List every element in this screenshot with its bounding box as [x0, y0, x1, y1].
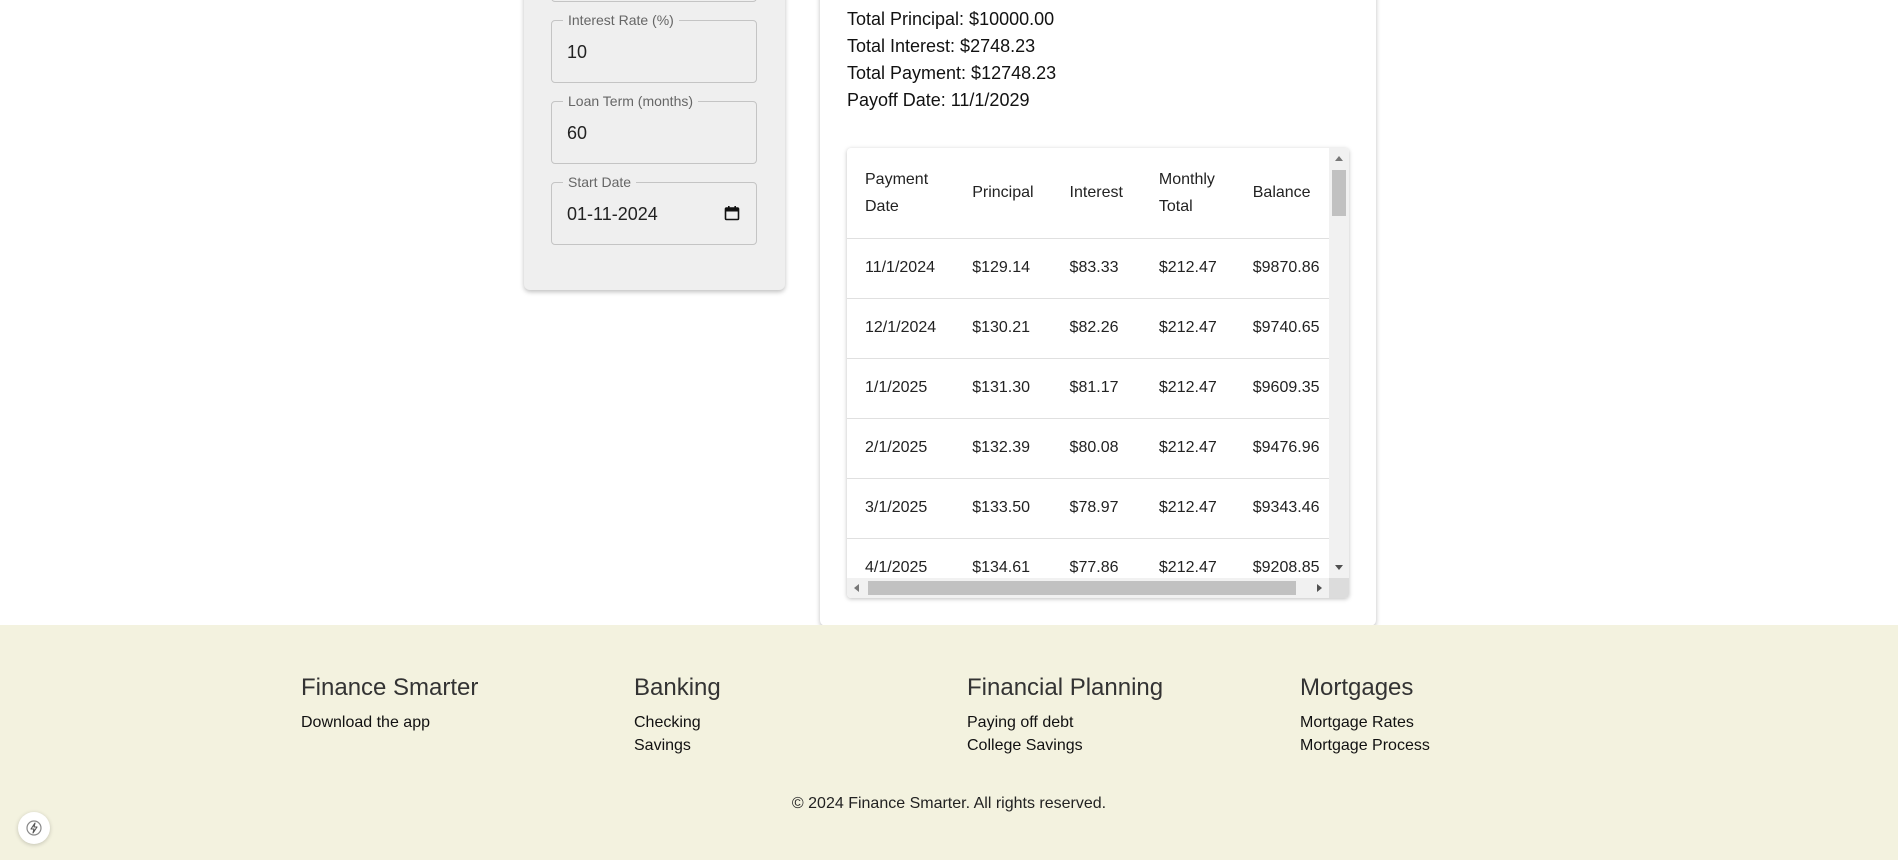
footer-heading: Finance Smarter	[301, 674, 479, 701]
bolt-icon	[26, 820, 42, 836]
table-row: 3/1/2025 $133.50 $78.97 $212.47 $9343.46	[847, 478, 1329, 539]
total-payment: Total Payment: $12748.23	[847, 63, 1057, 83]
cell-payment-date: 1/1/2025	[847, 358, 955, 419]
scroll-right-arrow-icon[interactable]	[1317, 584, 1322, 592]
principal-field-partial[interactable]	[551, 0, 757, 2]
vertical-scrollbar[interactable]	[1329, 148, 1349, 578]
cell-principal: $130.21	[954, 298, 1052, 359]
footer-link-paying-off-debt[interactable]: Paying off debt	[967, 711, 1163, 734]
scroll-down-arrow-icon[interactable]	[1335, 565, 1343, 570]
scroll-left-arrow-icon[interactable]	[854, 584, 859, 592]
cell-monthly-total: $212.47	[1140, 238, 1235, 299]
header-principal: Principal	[954, 148, 1052, 239]
total-principal: Total Principal: $10000.00	[847, 9, 1055, 29]
table-row: 1/1/2025 $131.30 $81.17 $212.47 $9609.35	[847, 358, 1329, 419]
start-date-label: Start Date	[563, 174, 637, 190]
cell-payment-date: 3/1/2025	[847, 478, 955, 539]
horizontal-scroll-thumb[interactable]	[868, 581, 1296, 595]
cell-balance: $9870.86	[1234, 238, 1329, 299]
cell-balance: $9740.65	[1234, 298, 1329, 359]
header-payment-date: Payment Date	[847, 148, 955, 239]
cell-balance: $9343.46	[1234, 478, 1329, 539]
loan-term-value[interactable]: 60	[567, 122, 587, 144]
interest-rate-label: Interest Rate (%)	[563, 12, 679, 28]
footer-column-banking: Banking Checking Savings	[634, 673, 721, 757]
cell-interest: $78.97	[1051, 478, 1141, 539]
footer-link-savings[interactable]: Savings	[634, 734, 721, 757]
footer-link-checking[interactable]: Checking	[634, 711, 721, 734]
total-interest: Total Interest: $2748.23	[847, 36, 1036, 56]
cell-principal: $132.39	[954, 418, 1052, 479]
header-interest: Interest	[1051, 148, 1141, 239]
cell-interest: $81.17	[1051, 358, 1141, 419]
footer-heading: Financial Planning	[967, 674, 1164, 701]
amortization-table-container[interactable]: Payment Date Principal Interest Monthly …	[847, 148, 1349, 598]
cell-monthly-total: $212.47	[1140, 298, 1235, 359]
cell-interest: $82.26	[1051, 298, 1141, 359]
cell-payment-date: 2/1/2025	[847, 418, 955, 479]
amortization-table: Payment Date Principal Interest Monthly …	[847, 148, 1329, 578]
loan-term-field[interactable]: Loan Term (months) 60	[551, 93, 757, 164]
cell-interest: $80.08	[1051, 418, 1141, 479]
footer-column-mortgages: Mortgages Mortgage Rates Mortgage Proces…	[1300, 673, 1430, 757]
cell-principal: $129.14	[954, 238, 1052, 299]
header-monthly-total: Monthly Total	[1140, 148, 1235, 239]
cell-balance: $9208.85	[1234, 538, 1329, 578]
cell-interest: $77.86	[1051, 538, 1141, 578]
cell-payment-date: 12/1/2024	[847, 298, 955, 359]
footer-link-mortgage-rates[interactable]: Mortgage Rates	[1300, 711, 1430, 734]
cell-monthly-total: $212.47	[1140, 538, 1235, 578]
cell-interest: $83.33	[1051, 238, 1141, 299]
table-row: 12/1/2024 $130.21 $82.26 $212.47 $9740.6…	[847, 298, 1329, 359]
cell-monthly-total: $212.47	[1140, 418, 1235, 479]
results-card: Total Principal: $10000.00 Total Interes…	[820, 0, 1376, 626]
footer-link-college-savings[interactable]: College Savings	[967, 734, 1163, 757]
start-date-field[interactable]: Start Date 01-11-2024	[551, 174, 757, 245]
dev-tools-button[interactable]	[18, 812, 50, 844]
table-row: 2/1/2025 $132.39 $80.08 $212.47 $9476.96	[847, 418, 1329, 479]
calendar-icon[interactable]	[724, 205, 740, 221]
loan-input-panel: Interest Rate (%) 10 Loan Term (months) …	[524, 0, 785, 290]
footer-link-mortgage-process[interactable]: Mortgage Process	[1300, 734, 1430, 757]
cell-balance: $9476.96	[1234, 418, 1329, 479]
table-header-row: Payment Date Principal Interest Monthly …	[847, 148, 1329, 239]
cell-payment-date: 4/1/2025	[847, 538, 955, 578]
site-footer: Finance Smarter Download the app Banking…	[0, 625, 1898, 860]
horizontal-scrollbar[interactable]	[847, 578, 1329, 598]
table-row: 11/1/2024 $129.14 $83.33 $212.47 $9870.8…	[847, 238, 1329, 299]
scroll-corner	[1329, 578, 1349, 598]
footer-heading: Mortgages	[1300, 674, 1414, 701]
header-balance: Balance	[1234, 148, 1329, 239]
copyright-text: © 2024 Finance Smarter. All rights reser…	[791, 795, 1107, 812]
cell-payment-date: 11/1/2024	[847, 238, 955, 299]
payoff-date: Payoff Date: 11/1/2029	[847, 90, 1030, 110]
footer-column-financial-planning: Financial Planning Paying off debt Colle…	[967, 673, 1163, 757]
cell-principal: $131.30	[954, 358, 1052, 419]
start-date-value[interactable]: 01-11-2024	[567, 203, 658, 225]
scroll-up-arrow-icon[interactable]	[1335, 156, 1343, 161]
footer-heading: Banking	[634, 674, 721, 701]
cell-balance: $9609.35	[1234, 358, 1329, 419]
cell-monthly-total: $212.47	[1140, 478, 1235, 539]
cell-principal: $133.50	[954, 478, 1052, 539]
loan-term-label: Loan Term (months)	[563, 93, 699, 109]
footer-link-download-app[interactable]: Download the app	[301, 711, 478, 734]
footer-column-finance-smarter: Finance Smarter Download the app	[301, 673, 478, 734]
interest-rate-value[interactable]: 10	[567, 41, 587, 63]
table-row: 4/1/2025 $134.61 $77.86 $212.47 $9208.85	[847, 538, 1329, 578]
cell-principal: $134.61	[954, 538, 1052, 578]
interest-rate-field[interactable]: Interest Rate (%) 10	[551, 12, 757, 83]
loan-summary: Total Principal: $10000.00 Total Interes…	[847, 6, 1056, 114]
cell-monthly-total: $212.47	[1140, 358, 1235, 419]
vertical-scroll-thumb[interactable]	[1332, 170, 1346, 216]
